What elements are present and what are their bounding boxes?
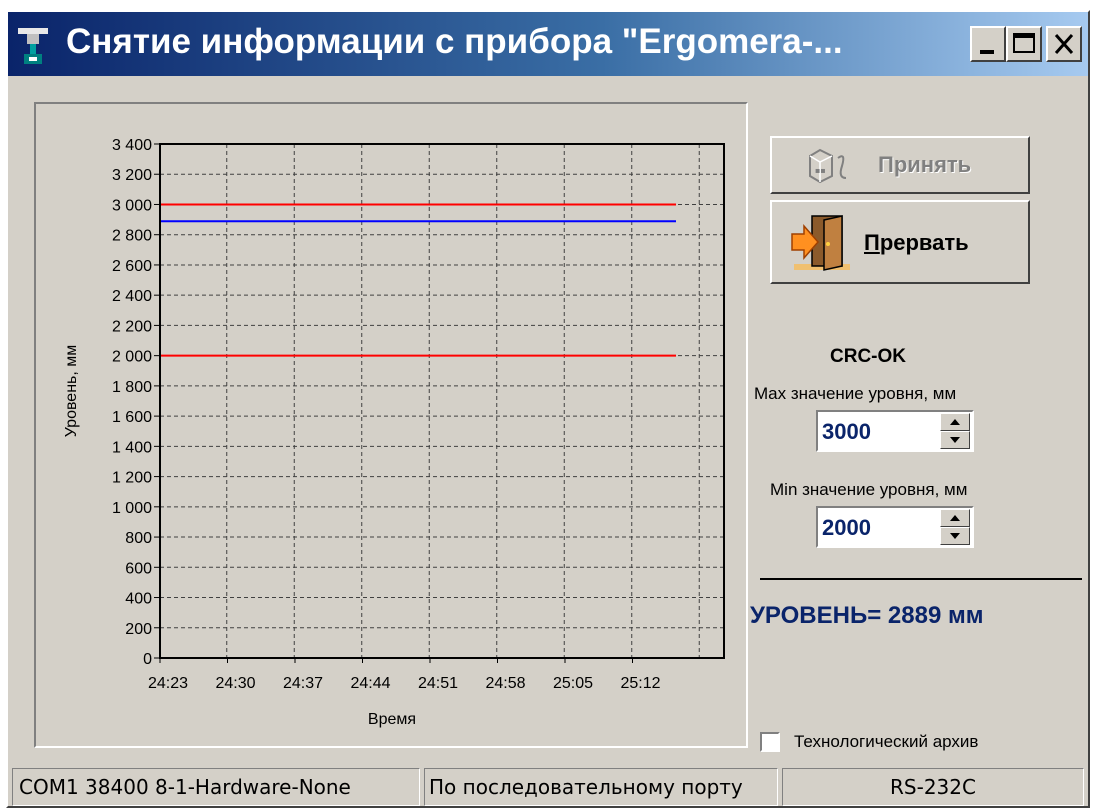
tech-archive-checkbox[interactable]	[760, 732, 780, 752]
x-tick-label: 24:44	[350, 675, 390, 692]
app-window: Снятие информации с прибора "Ergomera-..…	[6, 10, 1090, 808]
accept-label: Принять	[878, 152, 972, 177]
status-bar: COM1 38400 8-1-Hardware-None По последов…	[8, 764, 1088, 806]
abort-label: Прервать	[864, 230, 969, 256]
max-level-spinner[interactable]: 3000	[816, 410, 974, 452]
level-chart: 0 200 400 600 800 1 000 1 200 1 400 1 600 1 800 2 …	[63, 137, 725, 728]
app-icon	[16, 26, 50, 66]
tech-archive-label[interactable]: Технологический архив	[794, 732, 978, 752]
y-tick-label: 1 800	[112, 379, 152, 396]
exit-door-icon	[790, 212, 854, 279]
min-level-label: Min значение уровня, мм	[770, 480, 968, 499]
y-tick-label: 600	[125, 560, 152, 577]
y-tick-label: 2 200	[112, 318, 152, 335]
arrow-up-icon	[950, 419, 960, 425]
level-readout: УРОВЕНЬ= 2889 мм	[750, 602, 984, 629]
y-tick-label: 1 400	[112, 439, 152, 456]
status-port-settings: COM1 38400 8-1-Hardware-None	[12, 768, 420, 806]
maximize-button[interactable]	[1006, 26, 1042, 62]
y-tick-label: 1 600	[112, 409, 152, 426]
x-tick-label: 24:23	[148, 675, 188, 692]
y-tick-label: 3 000	[112, 197, 152, 214]
status-connection-mode: По последовательному порту	[424, 768, 778, 806]
x-tick-label: 24:37	[283, 675, 323, 692]
status-interface: RS-232C	[782, 768, 1084, 806]
y-axis-label: Уровень, мм	[63, 345, 80, 438]
min-level-spinner[interactable]: 2000	[816, 506, 974, 548]
y-tick-label: 400	[125, 591, 152, 608]
window-title: Снятие информации с прибора "Ergomera-..…	[66, 22, 843, 61]
min-level-down-button[interactable]	[940, 527, 970, 545]
maximize-icon	[1013, 33, 1035, 53]
title-bar[interactable]: Снятие информации с прибора "Ergomera-..…	[8, 12, 1088, 76]
abort-button[interactable]: Прервать	[770, 200, 1030, 284]
crc-status: CRC-OK	[830, 346, 906, 367]
y-tick-label: 200	[125, 621, 152, 638]
max-level-value[interactable]: 3000	[822, 419, 871, 445]
minimize-button[interactable]	[970, 26, 1006, 62]
minimize-icon	[980, 50, 994, 54]
y-tick-label: 1 200	[112, 470, 152, 487]
max-level-down-button[interactable]	[940, 431, 970, 449]
max-level-label: Max значение уровня, мм	[754, 384, 957, 403]
min-level-up-button[interactable]	[940, 509, 970, 527]
arrow-down-icon	[950, 533, 960, 539]
y-tick-label: 3 200	[112, 167, 152, 184]
abort-label-rest: рервать	[879, 230, 969, 255]
x-tick-label: 25:12	[620, 675, 660, 692]
y-tick-label: 0	[143, 651, 152, 668]
x-tick-label: 24:58	[485, 675, 525, 692]
chart-panel: 0 200 400 600 800 1 000 1 200 1 400 1 600 1 800 2 …	[34, 102, 748, 748]
x-tick-label: 24:30	[215, 675, 255, 692]
x-tick-label: 25:05	[553, 675, 593, 692]
y-tick-label: 2 600	[112, 258, 152, 275]
x-tick-label: 24:51	[418, 675, 458, 692]
abort-label-accel: П	[864, 230, 880, 255]
y-tick-label: 1 000	[112, 500, 152, 517]
close-icon	[1054, 34, 1074, 54]
close-button[interactable]	[1046, 26, 1082, 62]
y-tick-label: 2 000	[112, 349, 152, 366]
accept-icon: ▪▪	[806, 148, 852, 189]
divider	[760, 578, 1082, 580]
arrow-up-icon	[950, 515, 960, 521]
y-tick-label: 2 400	[112, 288, 152, 305]
y-tick-label: 3 400	[112, 137, 152, 154]
y-tick-label: 800	[125, 530, 152, 547]
max-level-up-button[interactable]	[940, 413, 970, 431]
accept-button[interactable]: ▪▪ Принять	[770, 136, 1030, 194]
y-tick-label: 2 800	[112, 228, 152, 245]
arrow-down-icon	[950, 437, 960, 443]
x-axis-label: Время	[368, 711, 416, 728]
svg-text:▪▪: ▪▪	[815, 166, 826, 175]
min-level-value[interactable]: 2000	[822, 515, 871, 541]
